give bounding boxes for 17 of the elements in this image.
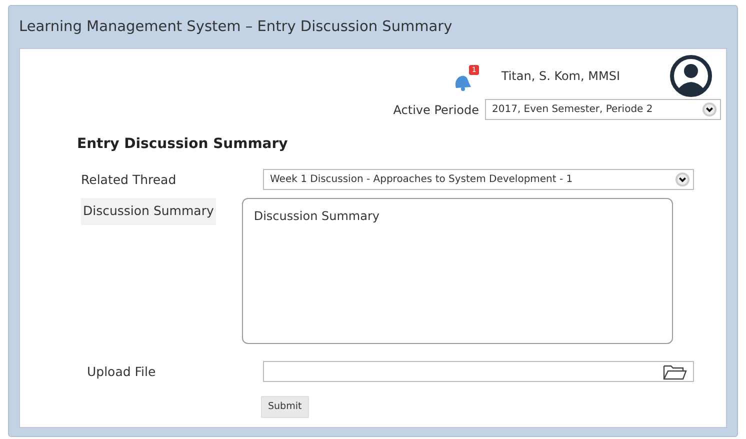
user-name: Titan, S. Kom, MMSI bbox=[501, 68, 620, 85]
form-heading: Entry Discussion Summary bbox=[77, 135, 289, 154]
field-label: Upload File bbox=[86, 363, 157, 381]
avatar-icon[interactable] bbox=[668, 55, 714, 97]
caret-icon bbox=[675, 172, 690, 187]
bell-icon[interactable] bbox=[453, 72, 474, 91]
file-input[interactable] bbox=[263, 361, 694, 382]
submit-button[interactable]: Submit bbox=[261, 396, 309, 418]
period-label: Active Periode bbox=[393, 102, 479, 118]
window-title: Learning Management System – Entry Discussion Summary bbox=[19, 18, 454, 37]
field-label: Related Thread bbox=[81, 171, 178, 189]
caret-icon bbox=[702, 102, 717, 117]
folder-icon[interactable] bbox=[663, 364, 687, 380]
field-label: Discussion Summary bbox=[81, 198, 216, 225]
summary-textarea[interactable]: Discussion Summary bbox=[242, 198, 673, 344]
thread-select[interactable]: Week 1 Discussion - Approaches to System Development - 1 bbox=[263, 169, 694, 190]
period-select[interactable]: 2017, Even Semester, Periode 2 bbox=[485, 99, 721, 120]
